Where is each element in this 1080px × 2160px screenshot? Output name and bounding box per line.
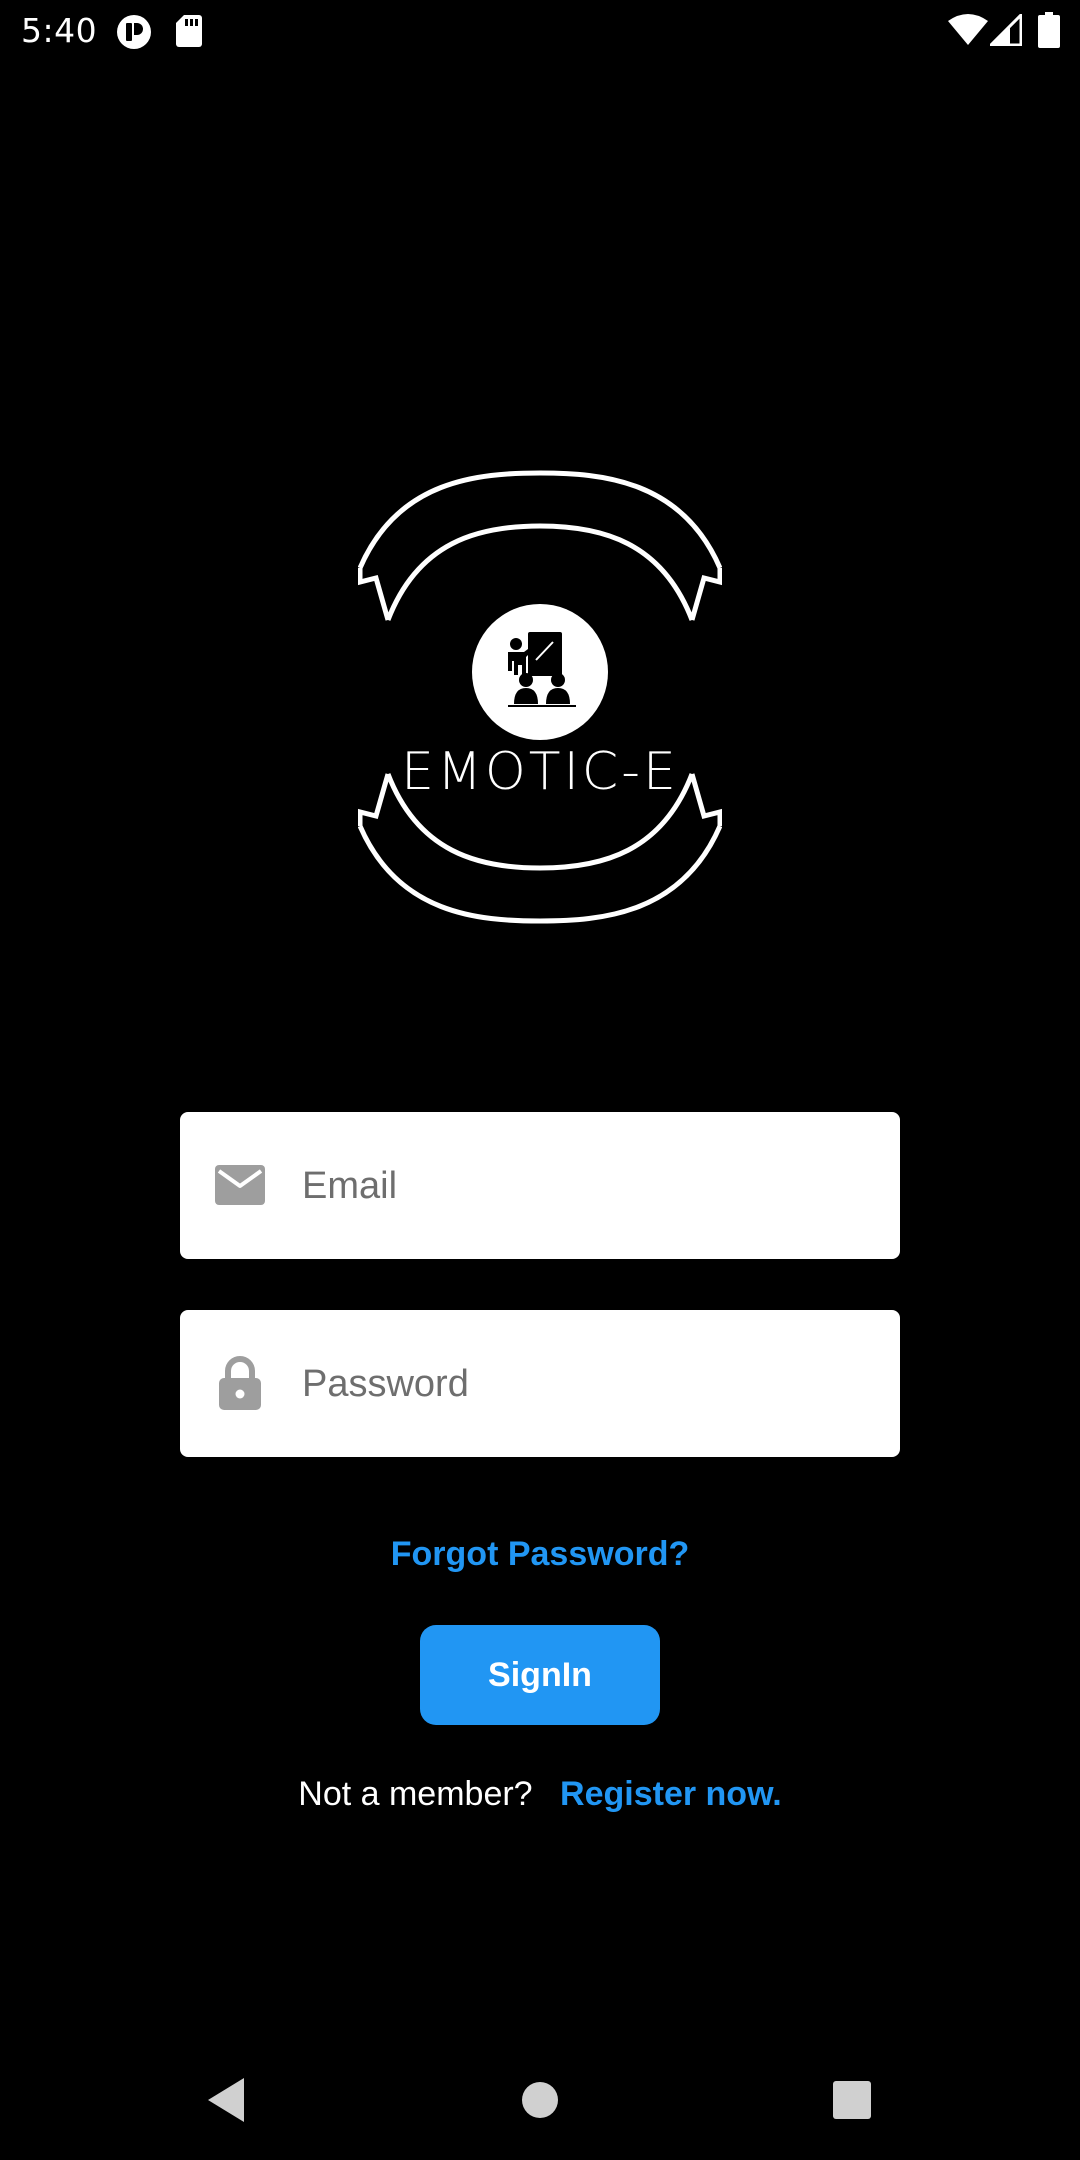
navigation-bar — [0, 2040, 1080, 2160]
email-field-container[interactable] — [180, 1112, 900, 1261]
mail-icon — [215, 1165, 265, 1205]
signin-button[interactable]: SignIn — [420, 1625, 660, 1725]
back-icon[interactable] — [196, 2070, 256, 2130]
cellular-signal-icon — [990, 14, 1022, 46]
logo-name: EMOTIC-E — [401, 742, 679, 802]
recents-icon[interactable] — [822, 2070, 882, 2130]
home-icon[interactable] — [510, 2070, 570, 2130]
lock-icon — [219, 1356, 261, 1410]
password-field[interactable] — [300, 1310, 874, 1459]
forgot-password-link[interactable]: Forgot Password? — [0, 1532, 1080, 1576]
status-time: 5:40 — [21, 11, 98, 50]
register-link[interactable]: Register now. — [560, 1775, 782, 1813]
register-row: Not a member? Register now. — [0, 1772, 1080, 1816]
register-prompt: Not a member? — [298, 1775, 533, 1813]
battery-icon — [1038, 12, 1060, 48]
sd-card-icon — [176, 15, 202, 47]
wifi-icon — [948, 14, 988, 45]
password-field-container[interactable] — [180, 1310, 900, 1459]
status-bar: 5:40 — [0, 0, 1080, 62]
email-field[interactable] — [300, 1112, 874, 1261]
logo-banner-graphic — [357, 470, 723, 924]
app-notification-icon — [117, 15, 151, 49]
app-logo: EMOTIC-E — [357, 470, 723, 924]
